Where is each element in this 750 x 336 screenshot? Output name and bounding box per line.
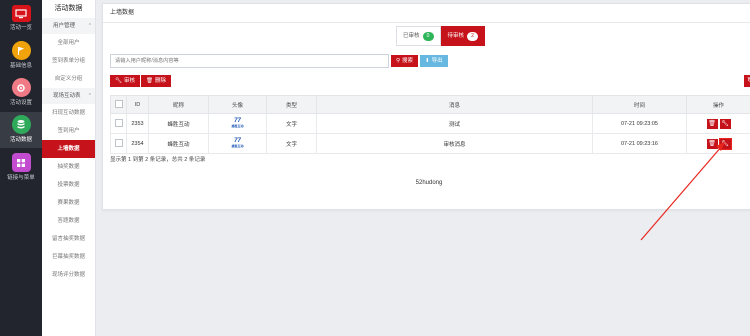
annotation-arrow <box>640 142 725 241</box>
